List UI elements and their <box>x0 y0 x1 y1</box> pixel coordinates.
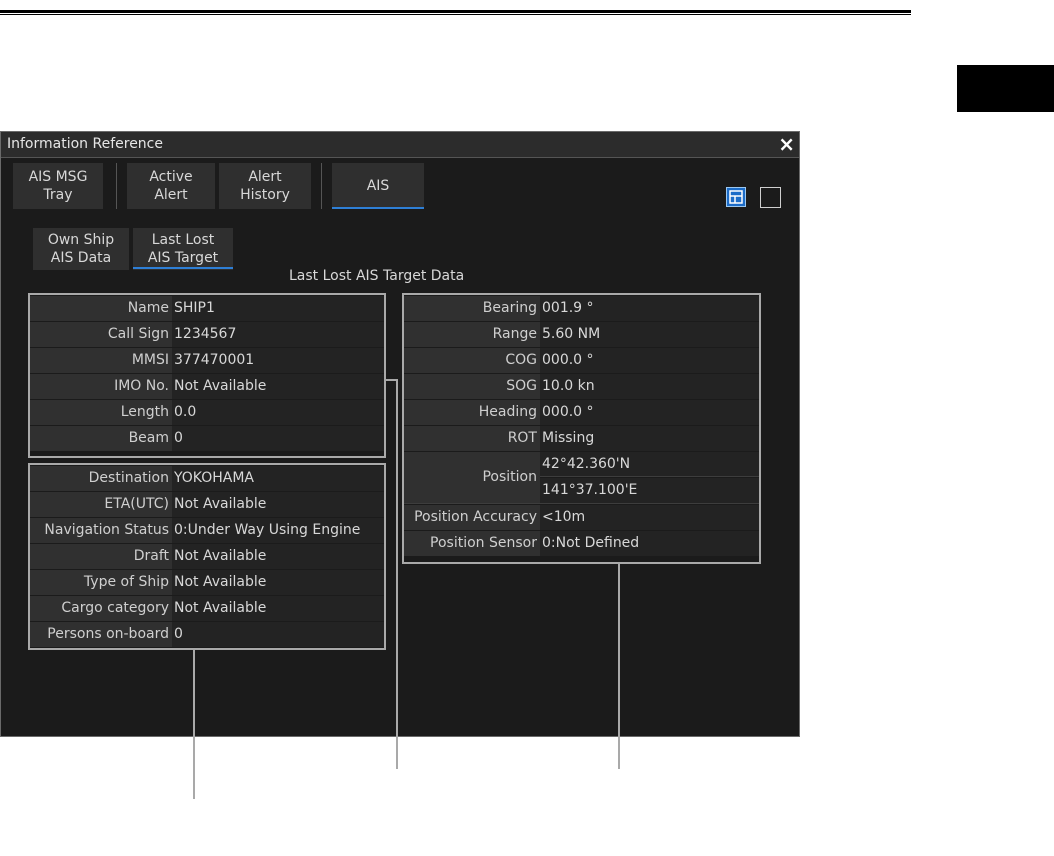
position-longitude: 141°37.100'E <box>540 478 759 503</box>
header-rule <box>0 10 911 13</box>
info-row: Navigation Status 0:Under Way Using Engi… <box>30 518 384 543</box>
field-value: 0:Under Way Using Engine <box>172 518 384 543</box>
field-value: YOKOHAMA <box>172 466 384 491</box>
field-label: Draft <box>30 544 172 569</box>
tab-alert-history[interactable]: Alert History <box>219 163 311 209</box>
info-row: Name SHIP1 <box>30 296 384 321</box>
header-rule-thin <box>0 14 911 15</box>
field-label: ROT <box>404 426 540 451</box>
field-label: IMO No. <box>30 374 172 399</box>
information-reference-window: Information Reference × AIS MSG Tray Act… <box>0 131 800 737</box>
position-row: Position 42°42.360'N 141°37.100'E <box>404 452 759 504</box>
field-label: Position <box>404 452 540 503</box>
info-row: MMSI 377470001 <box>30 348 384 373</box>
field-value: 000.0 ° <box>540 348 759 373</box>
info-row: Range 5.60 NM <box>404 322 759 347</box>
field-value: Missing <box>540 426 759 451</box>
field-value: 0 <box>172 426 384 451</box>
field-value: Not Available <box>172 570 384 595</box>
ship-static-info-panel: Name SHIP1 Call Sign 1234567 MMSI 377470… <box>28 293 386 458</box>
field-label: Heading <box>404 400 540 425</box>
info-row: Type of Ship Not Available <box>30 570 384 595</box>
field-label: Navigation Status <box>30 518 172 543</box>
info-row: Heading 000.0 ° <box>404 400 759 425</box>
tab-active-alert[interactable]: Active Alert <box>127 163 215 209</box>
callout-line-ship-panel <box>396 379 398 769</box>
field-label: ETA(UTC) <box>30 492 172 517</box>
info-row: Call Sign 1234567 <box>30 322 384 347</box>
info-row: Position Accuracy <10m <box>404 505 759 530</box>
subtab-last-lost-ais-target[interactable]: Last Lost AIS Target <box>133 228 233 270</box>
tab-separator <box>116 163 117 209</box>
field-value: 001.9 ° <box>540 296 759 321</box>
info-row: Position Sensor 0:Not Defined <box>404 531 759 556</box>
field-label: Range <box>404 322 540 347</box>
field-label: SOG <box>404 374 540 399</box>
window-dock-icon[interactable] <box>726 187 746 207</box>
field-label: Call Sign <box>30 322 172 347</box>
navigation-info-panel: Bearing 001.9 ° Range 5.60 NM COG 000.0 … <box>402 293 761 564</box>
title-bar: Information Reference × <box>1 132 799 158</box>
info-row: Destination YOKOHAMA <box>30 466 384 491</box>
field-label: MMSI <box>30 348 172 373</box>
field-label: Length <box>30 400 172 425</box>
info-row: IMO No. Not Available <box>30 374 384 399</box>
field-label: Destination <box>30 466 172 491</box>
info-row: Draft Not Available <box>30 544 384 569</box>
voyage-info-panel: Destination YOKOHAMA ETA(UTC) Not Availa… <box>28 463 386 650</box>
field-label: Position Sensor <box>404 531 540 556</box>
field-value: <10m <box>540 505 759 530</box>
section-title: Last Lost AIS Target Data <box>289 268 465 284</box>
field-label: Beam <box>30 426 172 451</box>
callout-line-voyage-panel <box>193 649 195 799</box>
subtab-own-ship-ais-data[interactable]: Own Ship AIS Data <box>33 228 129 270</box>
subtab-active-indicator <box>133 267 233 269</box>
field-value: Not Available <box>172 492 384 517</box>
field-value: Not Available <box>172 596 384 621</box>
field-label: Type of Ship <box>30 570 172 595</box>
chapter-tab-marker <box>957 65 1054 112</box>
field-value: 0.0 <box>172 400 384 425</box>
info-row: ROT Missing <box>404 426 759 451</box>
field-value: SHIP1 <box>172 296 384 321</box>
field-value: 0 <box>172 622 384 647</box>
tab-separator <box>321 163 322 209</box>
field-label: Bearing <box>404 296 540 321</box>
window-maximize-icon[interactable] <box>760 187 781 208</box>
field-label: COG <box>404 348 540 373</box>
window-title: Information Reference <box>7 136 163 152</box>
field-value: Not Available <box>172 374 384 399</box>
field-value: 5.60 NM <box>540 322 759 347</box>
close-icon[interactable]: × <box>778 132 795 157</box>
field-label: Position Accuracy <box>404 505 540 530</box>
field-value: 1234567 <box>172 322 384 347</box>
tab-ais-msg-tray[interactable]: AIS MSG Tray <box>13 163 103 209</box>
info-row: Beam 0 <box>30 426 384 451</box>
info-row: Length 0.0 <box>30 400 384 425</box>
info-row: SOG 10.0 kn <box>404 374 759 399</box>
tab-ais[interactable]: AIS <box>332 163 424 209</box>
info-row: Cargo category Not Available <box>30 596 384 621</box>
info-row: Persons on-board 0 <box>30 622 384 647</box>
field-label: Name <box>30 296 172 321</box>
field-value: 0:Not Defined <box>540 531 759 556</box>
info-row: ETA(UTC) Not Available <box>30 492 384 517</box>
tab-ais-active-indicator <box>332 207 424 209</box>
field-value: 10.0 kn <box>540 374 759 399</box>
field-value: Not Available <box>172 544 384 569</box>
info-row: Bearing 001.9 ° <box>404 296 759 321</box>
field-value: 377470001 <box>172 348 384 373</box>
field-label: Cargo category <box>30 596 172 621</box>
info-row: COG 000.0 ° <box>404 348 759 373</box>
field-label: Persons on-board <box>30 622 172 647</box>
field-value: 000.0 ° <box>540 400 759 425</box>
callout-line-nav-panel <box>618 564 620 769</box>
position-latitude: 42°42.360'N <box>540 452 759 477</box>
